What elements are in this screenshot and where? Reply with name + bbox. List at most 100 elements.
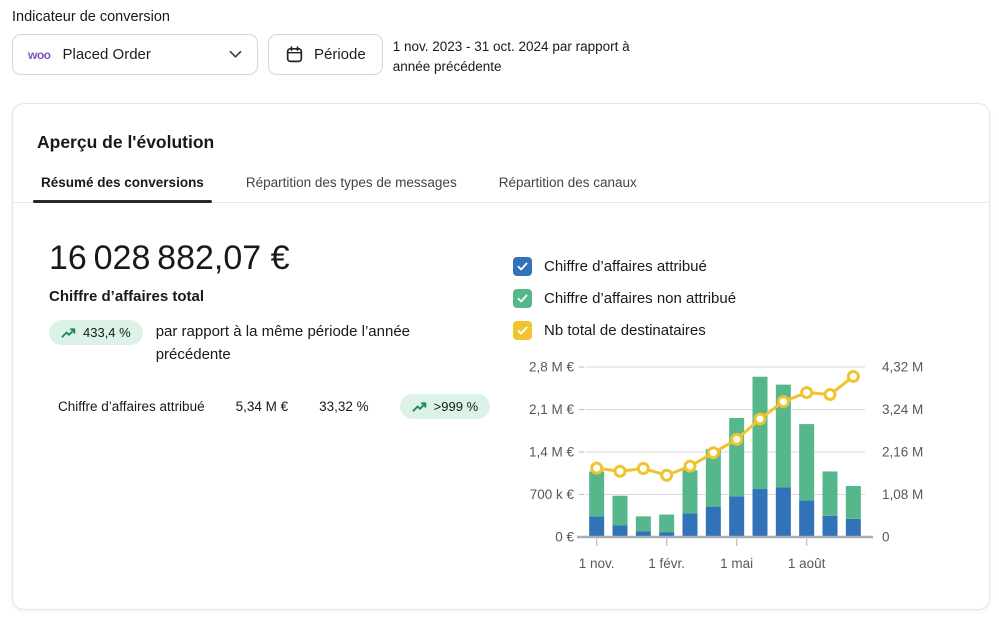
recipients-line-marker[interactable]	[685, 461, 695, 471]
comparison-text: par rapport à la même période l’année pr…	[156, 320, 456, 366]
woocommerce-icon: woo	[28, 48, 51, 62]
attributed-revenue-share: 33,32 %	[319, 399, 369, 414]
bar-non-attributed[interactable]	[659, 515, 674, 533]
topbar: Indicateur de conversion woo Placed Orde…	[0, 0, 999, 77]
check-icon	[516, 260, 529, 273]
calendar-icon	[285, 45, 304, 64]
attributed-revenue-value: 5,34 M €	[236, 399, 289, 414]
left-axis-label: 2,1 M €	[529, 402, 575, 417]
change-badge: 433,4 %	[49, 320, 143, 345]
tab-label: Répartition des types de messages	[246, 175, 457, 190]
recipients-line-marker[interactable]	[848, 371, 858, 381]
bar-attributed[interactable]	[823, 516, 838, 537]
bar-non-attributed[interactable]	[729, 418, 744, 496]
change-row: 433,4 % par rapport à la même période l’…	[49, 320, 513, 366]
legend-label: Chiffre d’affaires non attribué	[544, 290, 736, 307]
bar-attributed[interactable]	[683, 513, 698, 537]
checkbox-non-attributed-revenue[interactable]	[513, 289, 532, 308]
recipients-line-marker[interactable]	[802, 388, 812, 398]
revenue-recipients-chart: 0 € 0 700 k € 1,08 M 1,4 M € 2,16 M 2,1 M € 3,2…	[513, 353, 968, 578]
attributed-revenue-row: Chiffre d’affaires attribué 5,34 M € 33,…	[49, 394, 513, 419]
date-range-line1: 1 nov. 2023 - 31 oct. 2024 par rapport à	[393, 37, 630, 57]
checkbox-total-recipients[interactable]	[513, 321, 532, 340]
trend-up-icon	[61, 326, 76, 339]
bar-non-attributed[interactable]	[636, 516, 651, 531]
right-axis-label: 2,16 M	[882, 445, 923, 460]
bar-attributed[interactable]	[706, 507, 721, 537]
bar-non-attributed[interactable]	[823, 471, 838, 515]
recipients-line-marker[interactable]	[825, 390, 835, 400]
left-axis-label: 2,8 M €	[529, 360, 575, 375]
right-axis-label: 3,24 M	[882, 402, 923, 417]
bar-non-attributed[interactable]	[846, 486, 861, 519]
legend-item-attributed: Chiffre d’affaires attribué	[513, 257, 968, 276]
bar-attributed[interactable]	[613, 525, 628, 537]
tabs: Résumé des conversions Répartition des t…	[13, 153, 989, 203]
evolution-card: Aperçu de l'évolution Résumé des convers…	[12, 103, 990, 610]
right-axis-label: 1,08 M	[882, 487, 923, 502]
tab-label: Répartition des canaux	[499, 175, 637, 190]
left-axis-label: 700 k €	[530, 487, 575, 502]
controls-row: woo Placed Order Période 1 nov. 2023 - 3	[12, 34, 987, 77]
bar-attributed[interactable]	[753, 489, 768, 537]
recipients-line	[597, 376, 854, 475]
conversion-metric-label: Indicateur de conversion	[12, 9, 987, 25]
chart-column: Chiffre d’affaires attribué Chiffre d’af…	[513, 239, 968, 583]
recipients-line-marker[interactable]	[755, 414, 765, 424]
date-range-text: 1 nov. 2023 - 31 oct. 2024 par rapport à…	[393, 34, 630, 77]
tab-label: Résumé des conversions	[41, 175, 204, 190]
attributed-change-badge: >999 %	[400, 394, 490, 419]
x-axis-label: 1 août	[788, 556, 826, 571]
recipients-line-marker[interactable]	[615, 466, 625, 476]
tab-content: 16 028 882,07 € Chiffre d’affaires total…	[13, 203, 989, 583]
period-button-label: Période	[314, 46, 366, 63]
summary-column: 16 028 882,07 € Chiffre d’affaires total…	[49, 239, 513, 583]
recipients-line-marker[interactable]	[638, 464, 648, 474]
chart-area: 0 € 0 700 k € 1,08 M 1,4 M € 2,16 M 2,1 M € 3,2…	[513, 353, 968, 583]
legend-item-recipients: Nb total de destinataires	[513, 321, 968, 340]
tab-repartition-types-messages[interactable]: Répartition des types de messages	[238, 175, 465, 202]
right-axis-label: 0	[882, 530, 890, 545]
bar-non-attributed[interactable]	[589, 471, 604, 516]
right-axis-label: 4,32 M	[882, 360, 923, 375]
conversion-metric-dropdown[interactable]: woo Placed Order	[12, 34, 258, 75]
recipients-line-marker[interactable]	[592, 463, 602, 473]
checkbox-attributed-revenue[interactable]	[513, 257, 532, 276]
conversion-metric-value: Placed Order	[63, 46, 230, 63]
tab-resume-des-conversions[interactable]: Résumé des conversions	[33, 175, 212, 202]
chevron-down-icon	[229, 50, 242, 59]
period-button[interactable]: Période	[268, 34, 383, 75]
page: Indicateur de conversion woo Placed Orde…	[0, 0, 999, 619]
card-title: Aperçu de l'évolution	[13, 104, 989, 153]
bar-non-attributed[interactable]	[613, 496, 628, 526]
legend-label: Chiffre d’affaires attribué	[544, 258, 707, 275]
check-icon	[516, 292, 529, 305]
legend-item-non-attributed: Chiffre d’affaires non attribué	[513, 289, 968, 308]
total-revenue-value: 16 028 882,07 €	[49, 239, 513, 278]
attributed-revenue-label: Chiffre d’affaires attribué	[58, 399, 205, 414]
recipients-line-marker[interactable]	[708, 448, 718, 458]
bar-attributed[interactable]	[776, 487, 791, 537]
x-axis-label: 1 nov.	[579, 556, 615, 571]
bar-attributed[interactable]	[589, 516, 604, 537]
chart-legend: Chiffre d’affaires attribué Chiffre d’af…	[513, 257, 968, 340]
tab-repartition-canaux[interactable]: Répartition des canaux	[491, 175, 645, 202]
left-axis-label: 1,4 M €	[529, 445, 575, 460]
x-axis-label: 1 mai	[720, 556, 753, 571]
change-badge-value: 433,4 %	[83, 325, 131, 340]
trend-up-icon	[412, 400, 427, 413]
bar-non-attributed[interactable]	[683, 470, 698, 513]
total-revenue-label: Chiffre d’affaires total	[49, 288, 513, 305]
left-axis-label: 0 €	[555, 530, 574, 545]
recipients-line-marker[interactable]	[732, 434, 742, 444]
bar-non-attributed[interactable]	[753, 377, 768, 489]
bar-non-attributed[interactable]	[799, 424, 814, 501]
recipients-line-marker[interactable]	[662, 470, 672, 480]
recipients-line-marker[interactable]	[778, 397, 788, 407]
attributed-change-badge-value: >999 %	[434, 399, 478, 414]
legend-label: Nb total de destinataires	[544, 322, 706, 339]
bar-attributed[interactable]	[729, 496, 744, 537]
bar-attributed[interactable]	[799, 501, 814, 537]
check-icon	[516, 324, 529, 337]
bar-attributed[interactable]	[846, 519, 861, 537]
